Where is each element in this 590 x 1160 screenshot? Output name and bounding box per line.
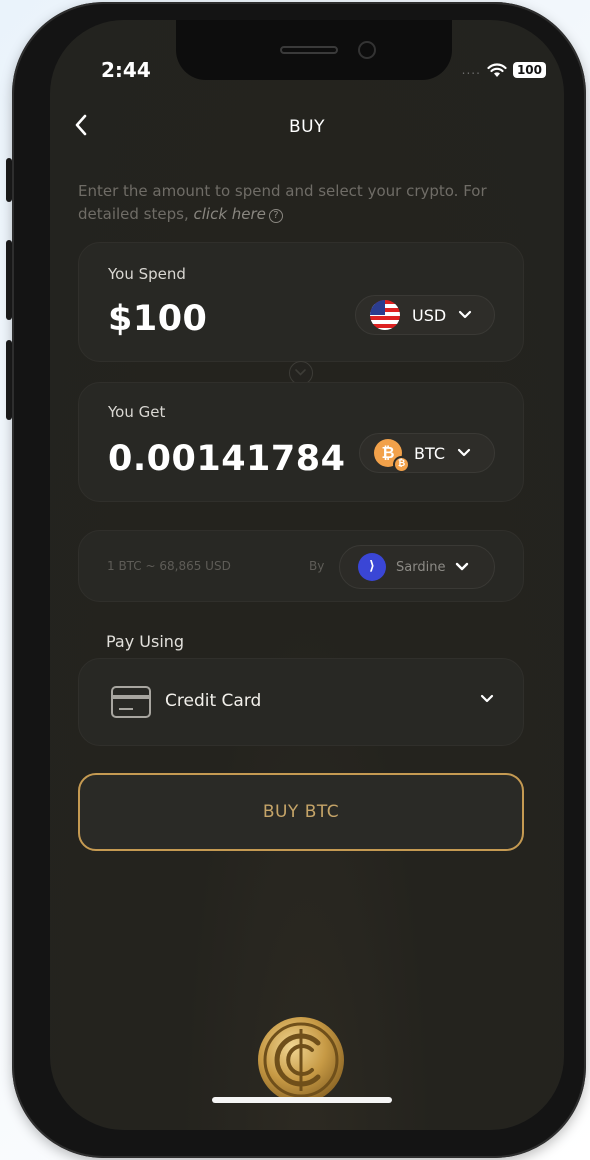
- us-flag-icon: [370, 300, 400, 330]
- provider-by-label: By: [309, 559, 325, 573]
- provider-select[interactable]: ⟩ Sardine: [339, 545, 495, 589]
- payment-method-select[interactable]: Credit Card: [78, 658, 524, 746]
- phone-frame: 2:44 .... 100 BUY Enter the amount to sp…: [12, 2, 586, 1158]
- credit-card-icon: [111, 686, 151, 718]
- app-screen: 2:44 .... 100 BUY Enter the amount to sp…: [50, 20, 564, 1130]
- status-icons: .... 100: [462, 62, 546, 78]
- chevron-down-icon: [459, 310, 472, 319]
- spend-amount[interactable]: $100: [108, 299, 207, 339]
- signal-indicator: ....: [461, 63, 481, 77]
- get-label: You Get: [108, 403, 166, 421]
- help-link[interactable]: click here: [193, 205, 265, 223]
- chevron-down-icon: [456, 562, 469, 571]
- get-card: You Get 0.00141784 ₿ ₿ BTC: [78, 382, 524, 502]
- get-currency-label: BTC: [414, 443, 445, 463]
- intro-text: Enter the amount to spend and select you…: [78, 180, 528, 226]
- pay-using-label: Pay Using: [106, 632, 185, 651]
- bitcoin-icon: ₿ ₿: [374, 439, 410, 473]
- brand-logo-icon: [256, 1015, 346, 1109]
- wifi-icon: [487, 62, 507, 78]
- get-currency-select[interactable]: ₿ ₿ BTC: [359, 433, 495, 473]
- get-amount: 0.00141784: [108, 439, 346, 479]
- battery-indicator: 100: [512, 62, 546, 78]
- home-indicator[interactable]: [212, 1097, 392, 1103]
- spend-card: You Spend $100 USD: [78, 242, 524, 362]
- notch: [176, 20, 452, 80]
- chevron-down-icon: [480, 694, 494, 703]
- page-title: BUY: [289, 117, 325, 137]
- rate-card: 1 BTC ~ 68,865 USD By ⟩ Sardine: [78, 530, 524, 602]
- chevron-down-icon: [457, 448, 471, 457]
- provider-name: Sardine: [396, 559, 446, 575]
- payment-method-label: Credit Card: [165, 691, 262, 711]
- help-icon[interactable]: ?: [268, 209, 283, 223]
- spend-currency-select[interactable]: USD: [355, 295, 495, 335]
- status-time: 2:44: [101, 58, 151, 82]
- speaker: [280, 46, 338, 54]
- spend-label: You Spend: [108, 265, 186, 283]
- front-camera: [358, 41, 376, 59]
- exchange-rate: 1 BTC ~ 68,865 USD: [107, 559, 231, 573]
- sardine-icon: ⟩: [358, 553, 386, 581]
- spend-currency-label: USD: [412, 305, 447, 325]
- buy-button[interactable]: BUY BTC: [78, 773, 524, 851]
